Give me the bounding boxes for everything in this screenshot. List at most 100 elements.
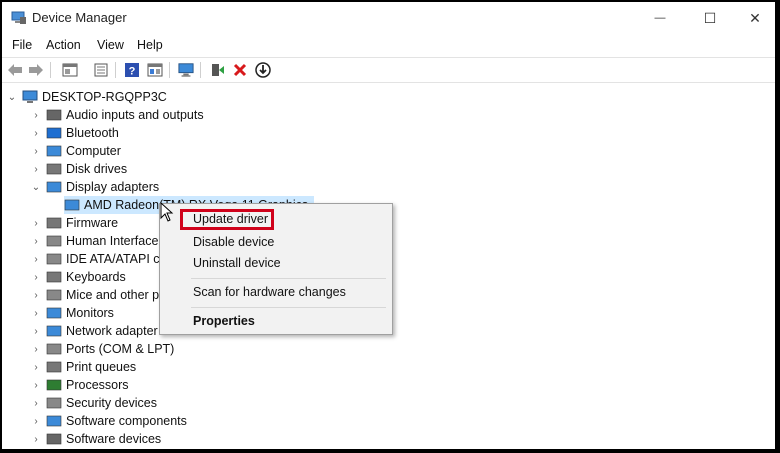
tree-item[interactable]: › Software devices xyxy=(30,430,161,448)
tree-item-label: Security devices xyxy=(66,396,158,410)
chevron-right-icon[interactable]: › xyxy=(30,142,42,160)
computer-icon xyxy=(46,143,62,159)
back-arrow-icon[interactable] xyxy=(7,62,23,78)
menu-scan-hardware[interactable]: Scan for hardware changes xyxy=(193,285,346,299)
chevron-right-icon[interactable]: › xyxy=(30,250,42,268)
chevron-down-icon[interactable]: ⌄ xyxy=(30,178,42,196)
tree-root[interactable]: ⌄ DESKTOP-RGQPP3C xyxy=(6,88,167,106)
forward-arrow-icon[interactable] xyxy=(28,62,44,78)
tree-item[interactable]: › Mice and other p xyxy=(30,286,159,304)
tree-item-label: Network adapter xyxy=(66,324,158,338)
minimize-button[interactable]: — xyxy=(637,2,683,34)
speaker-icon xyxy=(46,107,62,123)
tree-item-label: Human Interface xyxy=(66,234,159,248)
security-icon xyxy=(46,395,62,411)
bluetooth-icon xyxy=(46,125,62,141)
tree-item[interactable]: › Disk drives xyxy=(30,160,127,178)
tree-item-label: Software components xyxy=(66,414,187,428)
tree-item[interactable]: › IDE ATA/ATAPI co xyxy=(30,250,166,268)
tree-item[interactable]: › Security devices xyxy=(30,394,157,412)
chevron-right-icon[interactable]: › xyxy=(30,430,42,448)
tree-item[interactable]: › Ports (COM & LPT) xyxy=(30,340,174,358)
tree-item-label: Monitors xyxy=(66,306,114,320)
menu-help[interactable]: Help xyxy=(137,38,163,52)
context-menu-separator xyxy=(191,307,386,308)
ide-icon xyxy=(46,251,62,267)
tree-item-label: Audio inputs and outputs xyxy=(66,108,204,122)
chevron-down-icon[interactable]: ⌄ xyxy=(6,88,18,106)
chevron-right-icon[interactable]: › xyxy=(30,412,42,430)
maximize-button[interactable]: ☐ xyxy=(687,2,733,34)
tree-item-label: Software devices xyxy=(66,432,162,446)
menu-disable-device[interactable]: Disable device xyxy=(193,235,274,249)
download-icon[interactable] xyxy=(255,62,271,78)
chevron-right-icon[interactable]: › xyxy=(30,322,42,340)
chevron-right-icon[interactable]: › xyxy=(30,214,42,232)
display-adapter-icon xyxy=(46,179,62,195)
computer-root-icon xyxy=(22,89,38,105)
tree-item[interactable]: › Audio inputs and outputs xyxy=(30,106,204,124)
toolbar-separator xyxy=(169,62,170,78)
minimize-icon: — xyxy=(654,12,666,24)
chevron-right-icon[interactable]: › xyxy=(30,304,42,322)
chevron-right-icon[interactable]: › xyxy=(30,394,42,412)
tree-root-label: DESKTOP-RGQPP3C xyxy=(42,90,167,104)
chevron-right-icon[interactable]: › xyxy=(30,124,42,142)
tree-item[interactable]: › Keyboards xyxy=(30,268,126,286)
maximize-icon: ☐ xyxy=(703,9,717,26)
mouse-icon xyxy=(46,287,62,303)
toolbar-separator xyxy=(200,62,201,78)
tree-item[interactable]: › Print queues xyxy=(30,358,136,376)
tree-item[interactable]: › Network adapter xyxy=(30,322,158,340)
tree-item-label: Bluetooth xyxy=(66,126,119,140)
gpu-icon xyxy=(64,197,80,213)
menu-properties[interactable]: Properties xyxy=(193,314,255,328)
tree-item-label: Mice and other p xyxy=(66,288,160,302)
context-menu-separator xyxy=(191,278,386,279)
printer-icon xyxy=(46,359,62,375)
chevron-right-icon[interactable]: › xyxy=(30,268,42,286)
monitor-icon xyxy=(46,305,62,321)
close-button[interactable]: ✕ xyxy=(732,2,775,34)
update-driver-icon[interactable] xyxy=(209,62,225,78)
tree-item[interactable]: › Computer xyxy=(30,142,121,160)
chevron-right-icon[interactable]: › xyxy=(30,340,42,358)
chevron-right-icon[interactable]: › xyxy=(30,358,42,376)
menu-bar: File Action View Help xyxy=(2,36,775,56)
menu-update-driver[interactable]: Update driver xyxy=(193,212,268,226)
device-manager-window: Device Manager — ☐ ✕ File Action View He… xyxy=(2,2,775,449)
device-list-icon[interactable] xyxy=(93,62,109,78)
chevron-right-icon[interactable]: › xyxy=(30,232,42,250)
software-device-icon xyxy=(46,431,62,447)
tree-item[interactable]: › Processors xyxy=(30,376,128,394)
chevron-right-icon[interactable]: › xyxy=(30,160,42,178)
monitor-scan-icon[interactable] xyxy=(178,62,194,78)
tree-item[interactable]: › Firmware xyxy=(30,214,118,232)
tree-item[interactable]: ⌄ Display adapters xyxy=(30,178,159,196)
chevron-right-icon[interactable]: › xyxy=(30,106,42,124)
tree-item[interactable]: › Human Interface xyxy=(30,232,158,250)
menu-uninstall-device[interactable]: Uninstall device xyxy=(193,256,281,270)
menu-view[interactable]: View xyxy=(97,38,124,52)
tree-item-label: Computer xyxy=(66,144,121,158)
keyboard-icon xyxy=(46,269,62,285)
tree-item-label: Keyboards xyxy=(66,270,126,284)
uninstall-icon[interactable] xyxy=(232,62,248,78)
tree-item[interactable]: › Bluetooth xyxy=(30,124,119,142)
menu-action[interactable]: Action xyxy=(46,38,81,52)
tree-item[interactable]: › Software components xyxy=(30,412,187,430)
toolbar: ? xyxy=(2,57,775,83)
view-icon[interactable] xyxy=(147,62,163,78)
processor-icon xyxy=(46,377,62,393)
mouse-cursor-icon xyxy=(160,202,174,222)
toolbar-separator xyxy=(115,62,116,78)
tree-item-label: Disk drives xyxy=(66,162,128,176)
chevron-right-icon[interactable]: › xyxy=(30,376,42,394)
chevron-right-icon[interactable]: › xyxy=(30,286,42,304)
tree-item-label: Firmware xyxy=(66,216,119,230)
menu-file[interactable]: File xyxy=(12,38,32,52)
tree-item[interactable]: › Monitors xyxy=(30,304,114,322)
tree-item-label: Print queues xyxy=(66,360,137,374)
help-icon[interactable]: ? xyxy=(124,62,140,78)
properties-icon[interactable] xyxy=(62,62,78,78)
